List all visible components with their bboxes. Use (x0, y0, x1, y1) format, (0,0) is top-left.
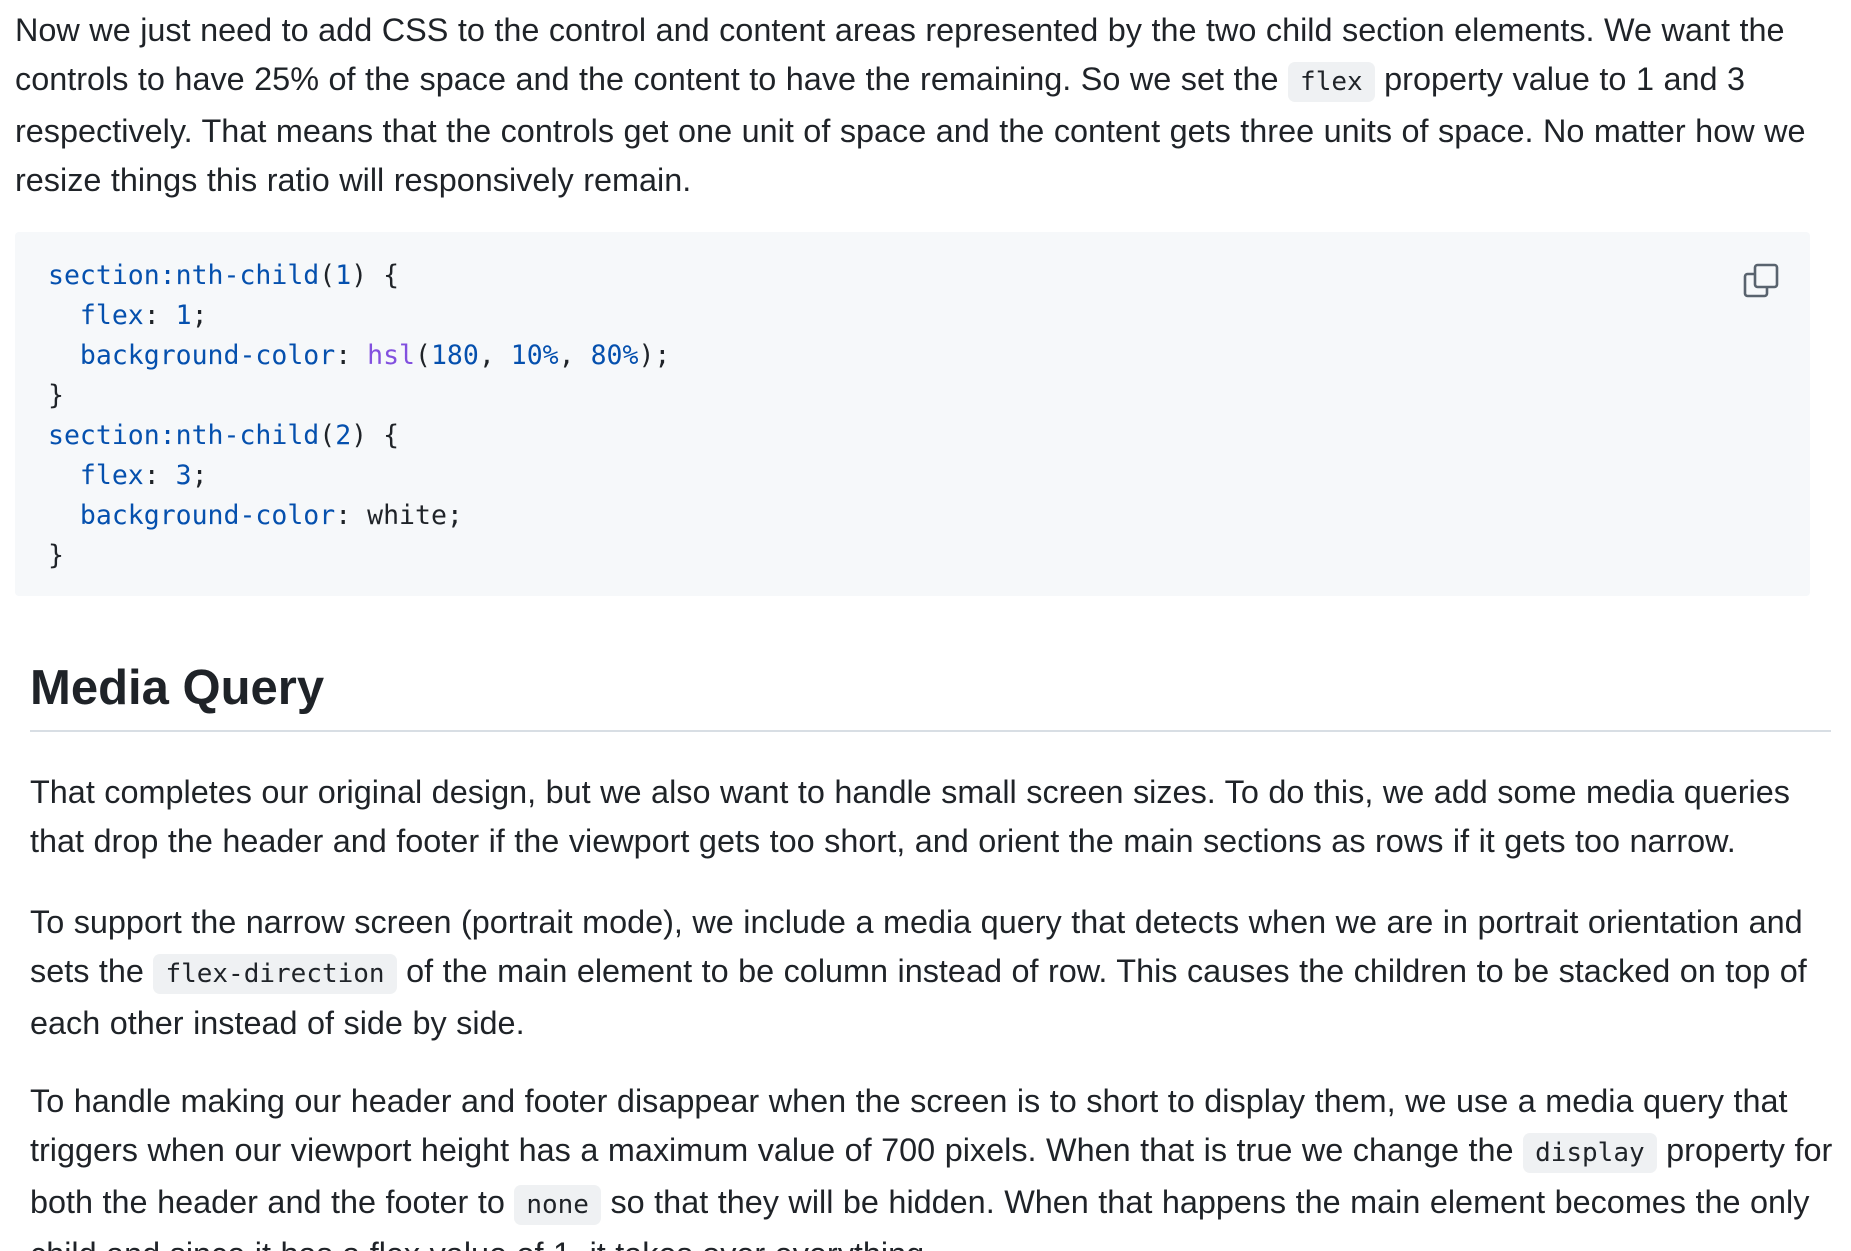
semicolon: ; (191, 460, 208, 491)
colon: : (335, 340, 368, 371)
inline-code-none: none (514, 1185, 601, 1225)
css-number: 1 (175, 300, 192, 331)
inline-code-flex-direction: flex-direction (153, 954, 397, 994)
heading-divider (30, 730, 1831, 732)
code-line: flex: 1; (48, 296, 670, 336)
code-line: background-color: hsl(180, 10%, 80%); (48, 336, 670, 376)
paren: ) (351, 260, 368, 291)
code-content: section:nth-child(1) { flex: 1; backgrou… (48, 256, 670, 576)
css-number: 80% (590, 340, 639, 371)
css-value: white (367, 500, 447, 531)
selector-arg: 1 (335, 260, 352, 291)
paragraph: To support the narrow screen (portrait m… (30, 898, 1835, 1048)
code-line: } (48, 376, 670, 416)
css-property: flex (79, 460, 144, 491)
code-line: background-color: white; (48, 496, 670, 536)
semicolon: ; (191, 300, 208, 331)
close-brace: } (48, 540, 64, 571)
open-brace: { (367, 260, 400, 291)
css-property: flex (79, 300, 144, 331)
copy-code-button[interactable] (1734, 254, 1788, 308)
css-number: 10% (510, 340, 559, 371)
close-brace: } (48, 380, 64, 411)
selector-arg: 2 (335, 420, 352, 451)
code-line: } (48, 536, 670, 576)
css-property: background-color (79, 340, 336, 371)
css-property: background-color (79, 500, 336, 531)
colon: : (143, 460, 176, 491)
css-selector: section:nth-child (48, 420, 320, 451)
paren: ) (351, 420, 368, 451)
paren: ( (319, 260, 336, 291)
inline-code-display: display (1523, 1133, 1657, 1173)
paren: ( (415, 340, 431, 371)
colon: : (335, 500, 368, 531)
paren-semicolon: ); (638, 340, 671, 371)
section-heading: Media Query (30, 661, 325, 715)
paragraph: That completes our original design, but … (30, 774, 1790, 859)
comma: , (558, 340, 591, 371)
paren: ( (319, 420, 336, 451)
colon: : (143, 300, 176, 331)
code-line: section:nth-child(1) { (48, 256, 670, 296)
code-line: section:nth-child(2) { (48, 416, 670, 456)
css-number: 3 (175, 460, 192, 491)
copy-icon (1743, 263, 1779, 298)
comma: , (478, 340, 511, 371)
paragraph: To handle making our header and footer d… (30, 1077, 1835, 1251)
inline-code-flex: flex (1288, 62, 1375, 102)
css-selector: section:nth-child (48, 260, 320, 291)
intro-paragraph: Now we just need to add CSS to the contr… (15, 6, 1825, 205)
semicolon: ; (446, 500, 463, 531)
css-function: hsl (367, 340, 415, 371)
code-line: flex: 3; (48, 456, 670, 496)
css-number: 180 (430, 340, 479, 371)
open-brace: { (367, 420, 400, 451)
css-code-block: section:nth-child(1) { flex: 1; backgrou… (15, 232, 1810, 596)
markdown-page: Now we just need to add CSS to the contr… (0, 0, 1851, 1251)
